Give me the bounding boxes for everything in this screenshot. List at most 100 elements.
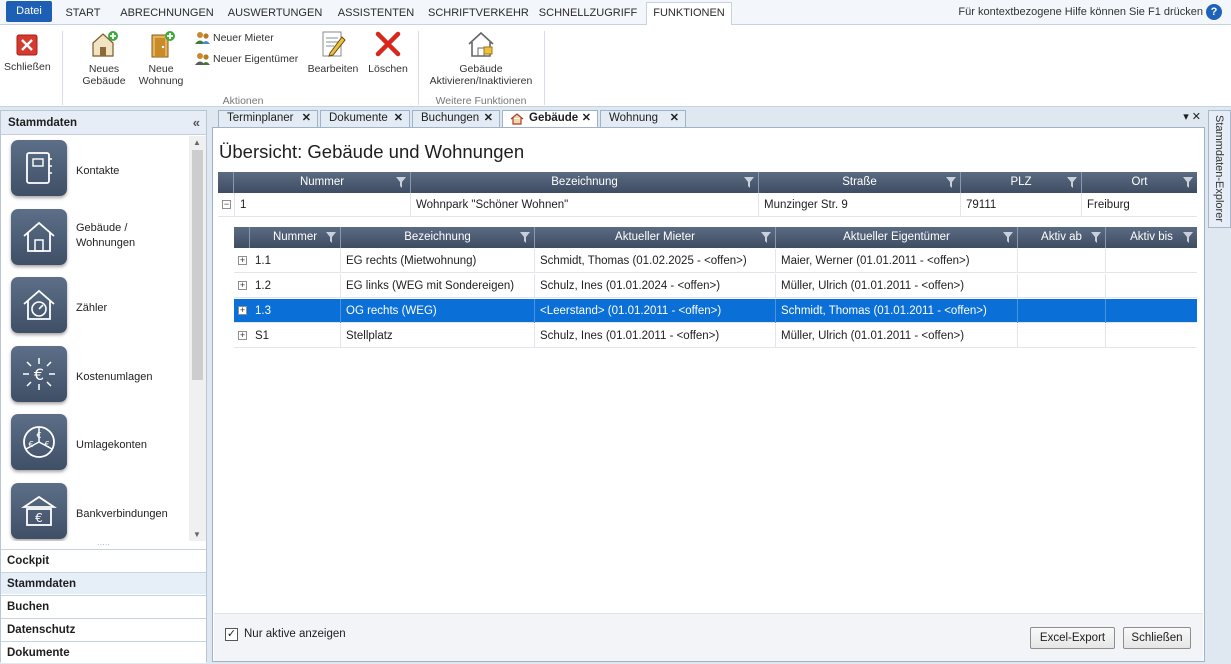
nav-cockpit[interactable]: Cockpit: [1, 549, 206, 571]
nav-stammdaten[interactable]: Stammdaten: [1, 572, 206, 594]
bank-icon: €: [11, 482, 67, 539]
menu-tab-abrechnungen[interactable]: ABRECHNUNGEN: [118, 3, 216, 24]
menu-tab-auswertungen[interactable]: AUSWERTUNGEN: [226, 3, 324, 24]
sidebar-item-kostenumlagen[interactable]: € Kostenumlagen: [1, 342, 189, 411]
sidebar-item-label: Gebäude / Wohnungen: [76, 221, 136, 249]
menu-tab-schnellzugriff[interactable]: SCHNELLZUGRIFF: [537, 3, 639, 24]
nav-dokumente[interactable]: Dokumente: [1, 641, 206, 663]
cell-aktiv-ab: [1018, 324, 1106, 348]
close-tab-icon[interactable]: ✕: [302, 111, 311, 126]
tab-terminplaner[interactable]: Terminplaner ✕: [218, 110, 318, 127]
cell-eigentuemer: Schmidt, Thomas (01.01.2011 - <offen>): [776, 299, 1018, 323]
filter-funnel-icon[interactable]: [396, 177, 406, 188]
only-active-checkbox[interactable]: ✓: [225, 628, 238, 641]
sidebar-item-umlagekonten[interactable]: € € € Umlagekonten: [1, 410, 189, 479]
only-active-label[interactable]: Nur aktive anzeigen: [244, 628, 346, 640]
delete-label: Löschen: [368, 63, 408, 75]
sidebar-item-zaehler[interactable]: Zähler: [1, 273, 189, 342]
ribbon-separator: [62, 31, 63, 105]
close-tab-icon[interactable]: ✕: [582, 111, 591, 126]
menu-tab-assistenten[interactable]: ASSISTENTEN: [335, 3, 417, 24]
nav-buchen[interactable]: Buchen: [1, 595, 206, 617]
expand-row-icon[interactable]: +: [238, 256, 247, 265]
sidebar-scrollbar[interactable]: ▲ ▼: [189, 136, 206, 541]
filter-funnel-icon[interactable]: [1183, 177, 1193, 188]
filter-funnel-icon[interactable]: [1183, 232, 1193, 243]
edit-button[interactable]: Bearbeiten: [306, 29, 360, 75]
close-tab-icon[interactable]: ✕: [484, 111, 493, 126]
building-row[interactable]: − 1 Wohnpark "Schöner Wohnen" Munzinger …: [218, 193, 1197, 217]
menu-tab-start[interactable]: START: [60, 3, 106, 24]
filter-funnel-icon[interactable]: [1067, 177, 1077, 188]
collapse-row-icon[interactable]: −: [222, 200, 231, 209]
filter-funnel-icon[interactable]: [1003, 232, 1013, 243]
close-tab-icon[interactable]: ✕: [670, 111, 679, 126]
new-building-button[interactable]: Neues Gebäude: [78, 29, 130, 87]
menu-tab-datei[interactable]: Datei: [6, 1, 52, 22]
column-header-nummer[interactable]: Nummer: [250, 227, 341, 248]
filter-funnel-icon[interactable]: [761, 232, 771, 243]
sidebar-item-gebaeude[interactable]: Gebäude / Wohnungen: [1, 205, 189, 274]
content-area: Terminplaner ✕ Dokumente ✕ Buchungen ✕ Gebä…: [210, 110, 1207, 662]
tab-wohnung[interactable]: Wohnung ✕: [600, 110, 686, 127]
column-header-bezeichnung[interactable]: Bezeichnung: [411, 172, 759, 193]
tab-list-dropdown-icon[interactable]: ▾: [1183, 111, 1189, 123]
close-button[interactable]: Schließen: [1123, 627, 1191, 649]
column-header-aktiv-bis[interactable]: Aktiv bis: [1106, 227, 1197, 248]
tab-label: Gebäude: [529, 112, 579, 124]
filter-funnel-icon[interactable]: [946, 177, 956, 188]
sidebar-item-kontakte[interactable]: Kontakte: [1, 136, 189, 205]
expand-row-icon[interactable]: +: [238, 306, 247, 315]
new-owner-button[interactable]: Neuer Eigentümer: [195, 51, 298, 67]
table-row-selected[interactable]: + 1.3 OG rechts (WEG) <Leerstand> (01.01…: [234, 299, 1197, 323]
delete-button[interactable]: Löschen: [366, 29, 410, 75]
column-header-bezeichnung[interactable]: Bezeichnung: [341, 227, 535, 248]
column-header-ort[interactable]: Ort: [1082, 172, 1197, 193]
toggle-building-button[interactable]: Gebäude Aktivieren/Inaktivieren: [425, 29, 537, 87]
cell-aktiv-bis: [1106, 249, 1197, 273]
euro-distribution-icon: €: [11, 345, 67, 402]
expand-row-icon[interactable]: +: [238, 281, 247, 290]
table-row[interactable]: + 1.1 EG rechts (Mietwohnung) Schmidt, T…: [234, 249, 1197, 273]
cell-mieter: Schulz, Ines (01.01.2024 - <offen>): [535, 274, 776, 298]
new-tenant-button[interactable]: Neuer Mieter: [195, 30, 274, 46]
column-header-nummer[interactable]: Nummer: [234, 172, 411, 193]
sidebar-splitter-grip[interactable]: ·····: [1, 541, 206, 549]
column-header-plz[interactable]: PLZ: [961, 172, 1082, 193]
filter-funnel-icon[interactable]: [744, 177, 754, 188]
sidebar-item-label: Umlagekonten: [76, 439, 147, 451]
sidebar-item-bankverbindungen[interactable]: € Bankverbindungen: [1, 479, 189, 542]
table-row[interactable]: + 1.2 EG links (WEG mit Sondereigen) Sch…: [234, 274, 1197, 298]
stammdaten-explorer-tab[interactable]: Stammdaten-Explorer: [1208, 110, 1231, 228]
help-icon[interactable]: ?: [1206, 4, 1222, 20]
sidebar-item-label: Kostenumlagen: [76, 370, 153, 383]
tab-dokumente[interactable]: Dokumente ✕: [320, 110, 410, 127]
filter-funnel-icon[interactable]: [326, 232, 336, 243]
column-header-strasse[interactable]: Straße: [759, 172, 961, 193]
filter-funnel-icon[interactable]: [1091, 232, 1101, 243]
collapse-double-chevron-icon[interactable]: «: [193, 111, 200, 135]
close-ribbon-button[interactable]: Schließen: [4, 33, 51, 73]
nav-datenschutz[interactable]: Datenschutz: [1, 618, 206, 640]
sidebar-scroll-thumb[interactable]: [192, 150, 203, 380]
menu-tab-schriftverkehr[interactable]: SCHRIFTVERKEHR: [428, 3, 529, 24]
tab-label: Buchungen: [421, 112, 480, 124]
column-header-aktiv-ab[interactable]: Aktiv ab: [1018, 227, 1106, 248]
filter-funnel-icon[interactable]: [520, 232, 530, 243]
close-all-icon[interactable]: ✕: [1192, 111, 1201, 123]
column-label: Aktueller Eigentümer: [843, 231, 950, 243]
tab-buchungen[interactable]: Buchungen ✕: [412, 110, 500, 127]
scroll-up-arrow-icon[interactable]: ▲: [193, 138, 201, 147]
table-row[interactable]: + S1 Stellplatz Schulz, Ines (01.01.2011…: [234, 324, 1197, 348]
column-header-mieter[interactable]: Aktueller Mieter: [535, 227, 776, 248]
expand-row-icon[interactable]: +: [238, 331, 247, 340]
svg-text:€: €: [44, 440, 49, 449]
scroll-down-arrow-icon[interactable]: ▼: [193, 530, 201, 539]
tab-gebaeude[interactable]: Gebäude ✕: [502, 110, 598, 127]
column-header-eigentuemer[interactable]: Aktueller Eigentümer: [776, 227, 1018, 248]
excel-export-button[interactable]: Excel-Export: [1030, 627, 1115, 649]
menu-tab-funktionen[interactable]: FUNKTIONEN: [646, 2, 732, 25]
cell-mieter: Schmidt, Thomas (01.02.2025 - <offen>): [535, 249, 776, 273]
close-tab-icon[interactable]: ✕: [394, 111, 403, 126]
new-apartment-button[interactable]: Neue Wohnung: [136, 29, 186, 87]
